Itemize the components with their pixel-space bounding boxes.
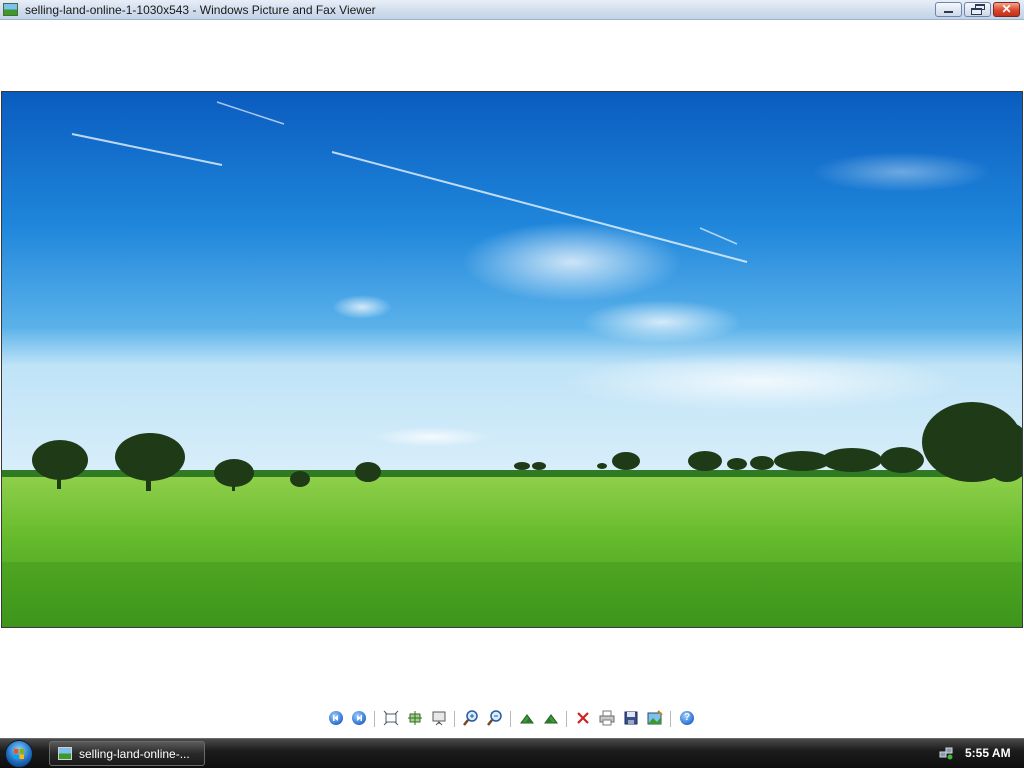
best-fit-button[interactable] xyxy=(382,709,400,727)
edit-icon xyxy=(647,710,663,725)
slideshow-icon xyxy=(432,711,446,726)
picture-viewer-app-icon[interactable] xyxy=(3,3,18,16)
cloud xyxy=(582,300,742,344)
zoom-out-button[interactable] xyxy=(486,709,504,727)
toolbar-separator xyxy=(670,711,671,727)
network-icon[interactable] xyxy=(939,746,953,760)
title-bar[interactable]: selling-land-online-1-1030x543 - Windows… xyxy=(0,0,1024,20)
restore-icon-front xyxy=(971,8,982,15)
picture-viewer-icon xyxy=(58,747,72,760)
previous-image-button[interactable] xyxy=(327,709,345,727)
previous-icon xyxy=(329,711,343,725)
cloud xyxy=(372,427,492,447)
minimize-button[interactable] xyxy=(935,2,962,17)
windows-start-icon xyxy=(14,749,24,759)
close-icon: ✕ xyxy=(1001,2,1012,16)
system-clock[interactable]: 5:55 AM xyxy=(965,746,1011,760)
delete-button[interactable] xyxy=(574,709,592,727)
zoom-out-icon xyxy=(487,710,502,726)
next-icon xyxy=(352,711,366,725)
zoom-in-icon xyxy=(463,710,478,726)
delete-icon xyxy=(577,712,589,724)
edit-button[interactable] xyxy=(646,709,664,727)
next-image-button[interactable] xyxy=(350,709,368,727)
toolbar-separator xyxy=(566,711,567,727)
taskbar-window-label: selling-land-online-... xyxy=(79,747,190,761)
cloud xyxy=(332,295,392,319)
slideshow-button[interactable] xyxy=(430,709,448,727)
save-icon xyxy=(624,711,638,725)
rotate-clockwise-button[interactable] xyxy=(518,709,536,727)
close-button[interactable]: ✕ xyxy=(993,2,1020,17)
save-button[interactable] xyxy=(622,709,640,727)
restore-button[interactable] xyxy=(964,2,991,17)
landscape-photo xyxy=(2,92,1022,627)
window-title: selling-land-online-1-1030x543 - Windows… xyxy=(25,3,376,17)
viewer-toolbar: ? xyxy=(325,709,705,729)
displayed-image xyxy=(1,91,1023,628)
field-shadow xyxy=(2,562,1022,627)
start-button[interactable] xyxy=(5,740,33,768)
taskbar: selling-land-online-... 5:55 AM xyxy=(0,738,1024,768)
toolbar-separator xyxy=(510,711,511,727)
minimize-icon xyxy=(944,11,953,13)
cloud xyxy=(562,352,962,412)
toolbar-separator xyxy=(374,711,375,727)
print-icon xyxy=(599,710,615,726)
toolbar-separator xyxy=(454,711,455,727)
help-icon: ? xyxy=(680,711,694,725)
rotate-clockwise-icon xyxy=(520,714,534,724)
cloud xyxy=(462,222,682,302)
actual-size-button[interactable] xyxy=(406,709,424,727)
help-button[interactable]: ? xyxy=(678,709,696,727)
cloud xyxy=(812,152,992,192)
best-fit-icon xyxy=(383,710,399,726)
actual-size-icon xyxy=(408,711,422,725)
rotate-counterclockwise-icon xyxy=(544,714,558,724)
taskbar-window-button[interactable]: selling-land-online-... xyxy=(49,741,205,766)
print-button[interactable] xyxy=(598,709,616,727)
rotate-counterclockwise-button[interactable] xyxy=(542,709,560,727)
zoom-in-button[interactable] xyxy=(462,709,480,727)
